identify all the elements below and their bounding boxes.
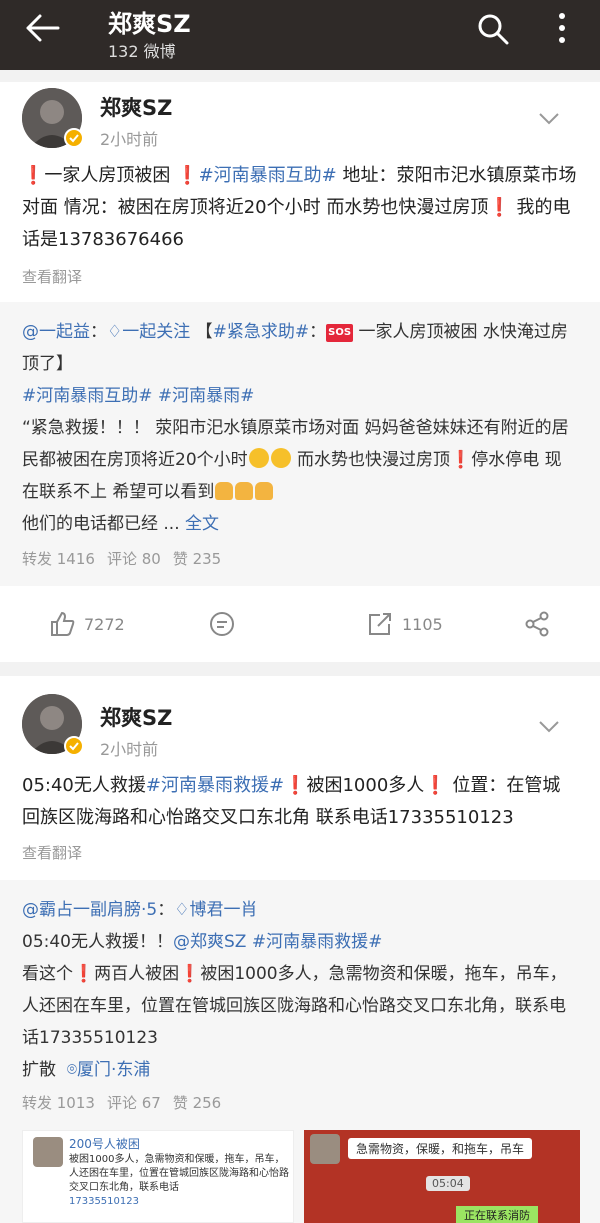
repost-button[interactable]: 1105 — [366, 586, 443, 662]
exclamation-icon: ❗ — [22, 165, 45, 186]
thumbs-up-icon — [51, 611, 75, 636]
exclamation-icon: ❗ — [450, 450, 472, 470]
post-card: 郑爽SZ 2小时前 05:40无人救援#河南暴雨救援#❗被困1000多人❗ 位置… — [0, 676, 600, 880]
author-name[interactable]: 郑爽SZ — [100, 92, 172, 122]
author-name[interactable]: 郑爽SZ — [100, 702, 172, 732]
repost-stats: 转发 1013 评论 67 赞 256 — [22, 1092, 233, 1113]
hashtag-link[interactable]: #河南暴雨# — [153, 386, 255, 406]
thumb-title: 200号人被困 — [69, 1137, 140, 1151]
hashtag-link[interactable]: #河南暴雨互助# — [22, 386, 153, 406]
avatar — [310, 1134, 340, 1164]
hashtag-link[interactable]: #河南暴雨互助# — [199, 165, 337, 186]
chevron-down-icon[interactable] — [538, 112, 560, 126]
user-mention[interactable]: 博君一肖 — [189, 900, 257, 920]
location-pin-icon: ⌾ — [66, 1060, 78, 1080]
post-text: 05:40无人救援#河南暴雨救援#❗被困1000多人❗ 位置：在管城回族区陇海路… — [22, 775, 561, 828]
location-link[interactable]: 厦门·东浦 — [77, 1060, 150, 1080]
like-count: 赞 235 — [172, 550, 222, 568]
post-time: 2小时前 — [100, 130, 159, 149]
sos-icon: SOS — [326, 324, 354, 342]
post-card: 郑爽SZ 2小时前 ❗一家人房顶被困 ❗#河南暴雨互助# 地址：荥阳市汜水镇原菜… — [0, 82, 600, 302]
full-text-link[interactable]: 全文 — [185, 514, 219, 534]
back-arrow-icon[interactable] — [22, 12, 62, 44]
hashtag-link[interactable]: #河南暴雨救援# — [146, 775, 284, 796]
like-button[interactable]: 7272 — [48, 586, 125, 662]
chat-bubble: 正在联系消防 — [456, 1206, 538, 1223]
exclamation-icon: ❗ — [179, 964, 201, 984]
verified-badge-icon — [64, 128, 84, 148]
crying-emoji-icon — [270, 448, 291, 468]
thumbnail-image[interactable]: 急需物资，保暖，和拖车，吊车 05:04 正在联系消防 — [304, 1130, 580, 1223]
repost-text: @一起益：♢一起关注 【#紧急求助#： SOS 一家人房顶被困 水快淹过房顶了】 … — [22, 322, 569, 534]
post-count: 132 微博 — [108, 42, 176, 61]
exclamation-icon: ❗ — [73, 964, 95, 984]
pray-emoji-icon — [255, 482, 274, 500]
thumb-text: 被困1000多人，急需物资和保暖，拖车，吊车，人还困在车里，位置在管城回族区陇海… — [69, 1154, 289, 1207]
like-count: 赞 256 — [172, 1094, 222, 1112]
chat-bubble: 急需物资，保暖，和拖车，吊车 — [348, 1138, 533, 1159]
hashtag-link[interactable]: #河南暴雨救援# — [246, 932, 383, 952]
action-bar: 7272 1105 — [0, 586, 600, 662]
diamond-icon: ♢ — [174, 900, 190, 920]
comment-count: 评论 80 — [106, 550, 161, 568]
user-mention[interactable]: @霸占一副肩膀·5 — [22, 900, 157, 920]
search-icon[interactable] — [476, 12, 510, 46]
image-thumbnails: 200号人被困 被困1000多人，急需物资和保暖，拖车，吊车，人还困在车里，位置… — [22, 1130, 582, 1223]
repost-stats: 转发 1416 评论 80 赞 235 — [22, 548, 233, 569]
share-icon — [525, 611, 549, 637]
more-vertical-icon[interactable] — [552, 10, 572, 46]
repost-block[interactable]: @一起益：♢一起关注 【#紧急求助#： SOS 一家人房顶被困 水快淹过房顶了】 … — [0, 302, 600, 586]
avatar — [33, 1137, 63, 1167]
repost-count: 转发 1013 — [22, 1094, 95, 1112]
crying-emoji-icon — [248, 448, 269, 468]
post-text: ❗一家人房顶被困 ❗#河南暴雨互助# 地址：荥阳市汜水镇原菜市场对面 情况：被困… — [22, 165, 577, 250]
share-button[interactable] — [524, 586, 560, 662]
repost-text: @霸占一副肩膀·5：♢博君一肖 05:40无人救援！！@郑爽SZ #河南暴雨救援… — [22, 900, 567, 1080]
post-time: 2小时前 — [100, 740, 159, 759]
page-title: 郑爽SZ — [108, 10, 191, 38]
pray-emoji-icon — [235, 482, 254, 500]
user-mention[interactable]: 一起关注 — [122, 322, 190, 342]
chevron-down-icon[interactable] — [538, 720, 560, 734]
comment-count: 评论 67 — [106, 1094, 161, 1112]
hashtag-link[interactable]: #紧急求助# — [213, 322, 310, 342]
translate-link[interactable]: 查看翻译 — [22, 842, 82, 863]
translate-link[interactable]: 查看翻译 — [22, 266, 82, 287]
exclamation-icon: ❗ — [488, 197, 511, 218]
share-out-icon — [369, 613, 391, 635]
pray-emoji-icon — [215, 482, 234, 500]
chat-time: 05:04 — [426, 1176, 470, 1191]
exclamation-icon: ❗ — [424, 775, 447, 796]
user-mention[interactable]: @一起益 — [22, 322, 90, 342]
comment-icon — [210, 612, 234, 636]
comment-button[interactable] — [208, 586, 244, 662]
top-bar: 郑爽SZ 132 微博 — [0, 0, 600, 70]
user-mention[interactable]: @郑爽SZ — [173, 932, 246, 952]
repost-count: 转发 1416 — [22, 550, 95, 568]
exclamation-icon: ❗ — [284, 775, 307, 796]
verified-badge-icon — [64, 736, 84, 756]
exclamation-icon: ❗ — [176, 165, 199, 186]
thumbnail-image[interactable]: 200号人被困 被困1000多人，急需物资和保暖，拖车，吊车，人还困在车里，位置… — [22, 1130, 294, 1223]
diamond-icon: ♢ — [107, 322, 123, 342]
